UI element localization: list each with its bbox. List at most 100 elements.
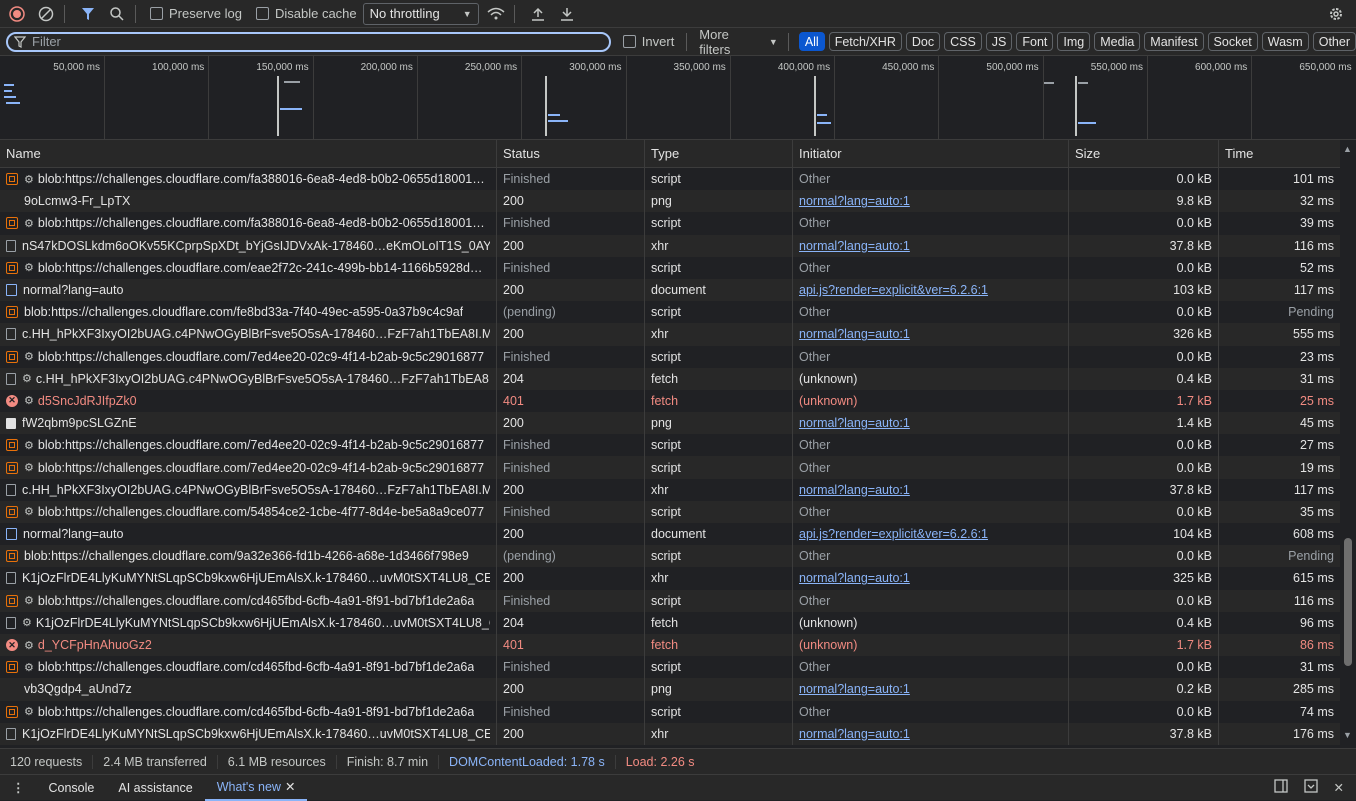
request-name-cell[interactable]: vb3Qgdp4_aUnd7z xyxy=(0,678,497,700)
export-har-icon[interactable] xyxy=(555,2,579,26)
filter-chip-all[interactable]: All xyxy=(799,32,825,51)
filter-chip-fetch-xhr[interactable]: Fetch/XHR xyxy=(829,32,902,51)
table-row[interactable]: K1jOzFlrDE4LlyKuMYNtSLqpSCb9kxw6HjUEmAls… xyxy=(0,567,1340,589)
request-name-cell[interactable]: normal?lang=auto xyxy=(0,523,497,545)
filter-chip-img[interactable]: Img xyxy=(1057,32,1090,51)
column-header-type[interactable]: Type xyxy=(645,140,793,167)
filter-chip-doc[interactable]: Doc xyxy=(906,32,940,51)
more-filters-dropdown[interactable]: More filters▼ xyxy=(699,27,778,57)
request-name-cell[interactable]: ⚙blob:https://challenges.cloudflare.com/… xyxy=(0,257,497,279)
search-icon[interactable] xyxy=(105,2,129,26)
dock-side-icon[interactable] xyxy=(1266,779,1296,796)
request-name-cell[interactable]: ⚙blob:https://challenges.cloudflare.com/… xyxy=(0,168,497,190)
column-header-size[interactable]: Size xyxy=(1069,140,1219,167)
table-row[interactable]: ⚙blob:https://challenges.cloudflare.com/… xyxy=(0,434,1340,456)
table-row[interactable]: fW2qbm9pcSLGZnE200pngnormal?lang=auto:11… xyxy=(0,412,1340,434)
clear-icon[interactable] xyxy=(34,2,58,26)
request-name-cell[interactable]: blob:https://challenges.cloudflare.com/9… xyxy=(0,545,497,567)
request-name-cell[interactable]: ⚙blob:https://challenges.cloudflare.com/… xyxy=(0,346,497,368)
request-name-cell[interactable]: K1jOzFlrDE4LlyKuMYNtSLqpSCb9kxw6HjUEmAls… xyxy=(0,567,497,589)
table-row[interactable]: blob:https://challenges.cloudflare.com/9… xyxy=(0,545,1340,567)
initiator-link[interactable]: normal?lang=auto:1 xyxy=(799,727,910,741)
tab-console[interactable]: Console xyxy=(37,775,107,801)
tab-ai-assistance[interactable]: AI assistance xyxy=(106,775,204,801)
filter-chip-css[interactable]: CSS xyxy=(944,32,982,51)
tab-whats-new[interactable]: What's new✕ xyxy=(205,775,308,801)
column-header-initiator[interactable]: Initiator xyxy=(793,140,1069,167)
column-header-status[interactable]: Status xyxy=(497,140,645,167)
initiator-link[interactable]: normal?lang=auto:1 xyxy=(799,327,910,341)
checkbox-box[interactable] xyxy=(256,7,269,20)
table-row[interactable]: c.HH_hPkXF3IxyOI2bUAG.c4PNwOGyBlBrFsve5O… xyxy=(0,323,1340,345)
request-name-cell[interactable]: ⚙blob:https://challenges.cloudflare.com/… xyxy=(0,434,497,456)
request-name-cell[interactable]: ⚙blob:https://challenges.cloudflare.com/… xyxy=(0,590,497,612)
table-row[interactable]: ⚙blob:https://challenges.cloudflare.com/… xyxy=(0,168,1340,190)
scroll-down-icon[interactable]: ▼ xyxy=(1343,730,1352,740)
initiator-link[interactable]: normal?lang=auto:1 xyxy=(799,194,910,208)
request-name-cell[interactable]: K1jOzFlrDE4LlyKuMYNtSLqpSCb9kxw6HjUEmAls… xyxy=(0,723,497,745)
checkbox-box[interactable] xyxy=(150,7,163,20)
filter-input[interactable]: Filter xyxy=(6,32,611,52)
initiator-link[interactable]: normal?lang=auto:1 xyxy=(799,416,910,430)
request-name-cell[interactable]: blob:https://challenges.cloudflare.com/f… xyxy=(0,301,497,323)
table-row[interactable]: ⚙blob:https://challenges.cloudflare.com/… xyxy=(0,501,1340,523)
initiator-link[interactable]: api.js?render=explicit&ver=6.2.6:1 xyxy=(799,283,988,297)
filter-chip-wasm[interactable]: Wasm xyxy=(1262,32,1309,51)
table-row[interactable]: ✕⚙d_YCFpHnAhuoGz2401fetch(unknown)1.7 kB… xyxy=(0,634,1340,656)
filter-chip-socket[interactable]: Socket xyxy=(1208,32,1258,51)
filter-chip-font[interactable]: Font xyxy=(1016,32,1053,51)
initiator-link[interactable]: normal?lang=auto:1 xyxy=(799,239,910,253)
filter-chip-js[interactable]: JS xyxy=(986,32,1013,51)
request-name-cell[interactable]: normal?lang=auto xyxy=(0,279,497,301)
filter-chip-other[interactable]: Other xyxy=(1313,32,1356,51)
request-name-cell[interactable]: ⚙blob:https://challenges.cloudflare.com/… xyxy=(0,212,497,234)
throttling-select[interactable]: No throttling▼ xyxy=(363,3,479,25)
request-name-cell[interactable]: c.HH_hPkXF3IxyOI2bUAG.c4PNwOGyBlBrFsve5O… xyxy=(0,323,497,345)
table-scrollbar[interactable]: ▲ ▼ xyxy=(1340,140,1356,745)
request-name-cell[interactable]: c.HH_hPkXF3IxyOI2bUAG.c4PNwOGyBlBrFsve5O… xyxy=(0,479,497,501)
table-row[interactable]: ⚙c.HH_hPkXF3IxyOI2bUAG.c4PNwOGyBlBrFsve5… xyxy=(0,368,1340,390)
table-row[interactable]: c.HH_hPkXF3IxyOI2bUAG.c4PNwOGyBlBrFsve5O… xyxy=(0,479,1340,501)
table-row[interactable]: ⚙blob:https://challenges.cloudflare.com/… xyxy=(0,257,1340,279)
filter-icon[interactable] xyxy=(76,2,100,26)
drawer-menu-icon[interactable]: ⋮ xyxy=(0,780,37,795)
table-row[interactable]: blob:https://challenges.cloudflare.com/f… xyxy=(0,301,1340,323)
request-name-cell[interactable]: ⚙blob:https://challenges.cloudflare.com/… xyxy=(0,456,497,478)
checkbox-box[interactable] xyxy=(623,35,636,48)
table-row[interactable]: ⚙blob:https://challenges.cloudflare.com/… xyxy=(0,701,1340,723)
request-name-cell[interactable]: ✕⚙d_YCFpHnAhuoGz2 xyxy=(0,634,497,656)
column-header-time[interactable]: Time xyxy=(1219,140,1340,167)
table-row[interactable]: ✕⚙d5SncJdRJIfpZk0401fetch(unknown)1.7 kB… xyxy=(0,390,1340,412)
settings-gear-icon[interactable] xyxy=(1324,2,1348,26)
network-conditions-icon[interactable] xyxy=(484,2,508,26)
initiator-link[interactable]: normal?lang=auto:1 xyxy=(799,682,910,696)
request-name-cell[interactable]: fW2qbm9pcSLGZnE xyxy=(0,412,497,434)
request-name-cell[interactable]: nS47kDOSLkdm6oOKv55KCprpSpXDt_bYjGsIJDVx… xyxy=(0,235,497,257)
scroll-up-icon[interactable]: ▲ xyxy=(1343,144,1352,154)
filter-chip-manifest[interactable]: Manifest xyxy=(1144,32,1203,51)
scrollbar-thumb[interactable] xyxy=(1344,538,1352,666)
initiator-link[interactable]: normal?lang=auto:1 xyxy=(799,571,910,585)
table-row[interactable]: ⚙blob:https://challenges.cloudflare.com/… xyxy=(0,590,1340,612)
table-row[interactable]: ⚙blob:https://challenges.cloudflare.com/… xyxy=(0,456,1340,478)
table-row[interactable]: normal?lang=auto200documentapi.js?render… xyxy=(0,279,1340,301)
table-row[interactable]: ⚙blob:https://challenges.cloudflare.com/… xyxy=(0,656,1340,678)
table-row[interactable]: vb3Qgdp4_aUnd7z200pngnormal?lang=auto:10… xyxy=(0,678,1340,700)
request-name-cell[interactable]: ⚙K1jOzFlrDE4LlyKuMYNtSLqpSCb9kxw6HjUEmAl… xyxy=(0,612,497,634)
table-row[interactable]: nS47kDOSLkdm6oOKv55KCprpSpXDt_bYjGsIJDVx… xyxy=(0,235,1340,257)
request-name-cell[interactable]: ✕⚙d5SncJdRJIfpZk0 xyxy=(0,390,497,412)
invert-checkbox[interactable]: Invert xyxy=(623,34,675,49)
request-name-cell[interactable]: ⚙blob:https://challenges.cloudflare.com/… xyxy=(0,656,497,678)
close-drawer-icon[interactable]: ✕ xyxy=(1326,780,1356,795)
record-stop-icon[interactable] xyxy=(5,2,29,26)
initiator-link[interactable]: normal?lang=auto:1 xyxy=(799,483,910,497)
undock-drawer-icon[interactable] xyxy=(1296,779,1326,796)
column-header-name[interactable]: Name xyxy=(0,140,497,167)
filter-chip-media[interactable]: Media xyxy=(1094,32,1140,51)
disable-cache-checkbox[interactable]: Disable cache xyxy=(256,6,357,21)
request-name-cell[interactable]: ⚙blob:https://challenges.cloudflare.com/… xyxy=(0,501,497,523)
close-icon[interactable]: ✕ xyxy=(285,779,295,794)
request-name-cell[interactable]: 9oLcmw3-Fr_LpTX xyxy=(0,190,497,212)
table-row[interactable]: ⚙blob:https://challenges.cloudflare.com/… xyxy=(0,212,1340,234)
table-row[interactable]: 9oLcmw3-Fr_LpTX200pngnormal?lang=auto:19… xyxy=(0,190,1340,212)
